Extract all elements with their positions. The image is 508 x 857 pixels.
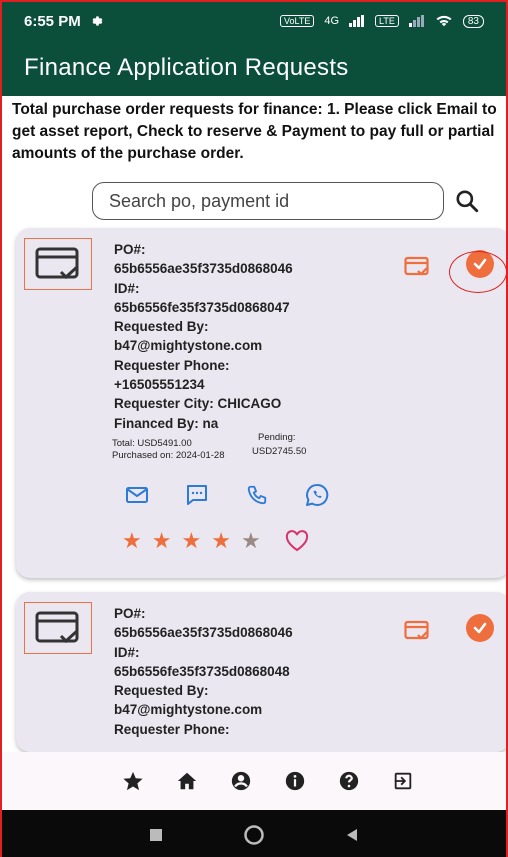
system-nav-bar bbox=[2, 810, 506, 857]
credit-card-check-icon bbox=[35, 247, 79, 280]
status-icons: VoLTE 4G LTE 83 bbox=[279, 14, 484, 28]
whatsapp-icon[interactable] bbox=[304, 483, 330, 507]
phone-value: +16505551234 bbox=[114, 377, 205, 393]
search-icon[interactable] bbox=[454, 188, 480, 214]
requested-by-label: Requested By: bbox=[114, 683, 209, 699]
credit-card-check-icon bbox=[35, 611, 79, 644]
search-box[interactable] bbox=[92, 182, 444, 220]
po-label: PO#: bbox=[114, 242, 146, 257]
financed-by: Financed By: na bbox=[114, 415, 219, 431]
star-half-icon[interactable]: ★ bbox=[241, 530, 261, 552]
app-bar: Finance Application Requests bbox=[2, 40, 506, 96]
requested-by-value: b47@mightystone.com bbox=[114, 702, 263, 718]
reserve-check-button[interactable] bbox=[466, 614, 494, 642]
purchased-on: Purchased on: 2024-01-28 bbox=[112, 450, 225, 461]
page-title: Finance Application Requests bbox=[24, 54, 349, 81]
id-label: ID#: bbox=[114, 644, 140, 660]
search-input[interactable] bbox=[109, 190, 443, 212]
volte-badge: VoLTE bbox=[279, 15, 315, 27]
pending-value: USD2745.50 bbox=[252, 446, 307, 457]
account-icon[interactable] bbox=[214, 770, 268, 792]
battery-indicator: 83 bbox=[462, 14, 484, 28]
id-label: ID#: bbox=[114, 280, 140, 296]
signal-bars-icon bbox=[349, 15, 365, 27]
request-details: PO#: 65b6556ae35f3735d0868046 ID#: 65b65… bbox=[114, 240, 394, 433]
po-value: 65b6556ae35f3735d0868046 bbox=[114, 625, 293, 641]
phone-label: Requester Phone: bbox=[114, 721, 230, 737]
recents-icon[interactable] bbox=[149, 828, 163, 842]
highlight-annotation bbox=[449, 251, 506, 293]
app-frame: 6:55 PM VoLTE 4G LTE 83 Finance Applicat… bbox=[0, 0, 508, 857]
status-time-group: 6:55 PM bbox=[24, 13, 103, 30]
contact-actions bbox=[124, 483, 330, 507]
payment-icon[interactable] bbox=[404, 620, 430, 642]
pending-label: Pending: bbox=[258, 432, 296, 443]
signal-4g-label: 4G bbox=[324, 15, 340, 27]
phone-icon[interactable] bbox=[244, 483, 270, 507]
status-bar: 6:55 PM VoLTE 4G LTE 83 bbox=[2, 2, 506, 40]
intro-text: Total purchase order requests for financ… bbox=[12, 101, 497, 162]
status-time: 6:55 PM bbox=[24, 12, 81, 30]
home-icon[interactable] bbox=[160, 770, 214, 792]
star-icon[interactable]: ★ bbox=[181, 530, 201, 552]
rating-row: ★ ★ ★ ★ ★ bbox=[122, 530, 309, 552]
payment-card-thumb bbox=[24, 602, 92, 654]
id-value: 65b6556fe35f3735d0868047 bbox=[114, 299, 290, 315]
settings-gear-icon bbox=[92, 16, 103, 26]
star-icon[interactable]: ★ bbox=[122, 530, 142, 552]
po-label: PO#: bbox=[114, 606, 146, 621]
wifi-icon bbox=[436, 15, 452, 27]
id-value: 65b6556fe35f3735d0868048 bbox=[114, 663, 290, 679]
requested-by-value: b47@mightystone.com bbox=[114, 338, 263, 354]
requester-city: Requester City: CHICAGO bbox=[114, 396, 282, 412]
signal-bars-weak-icon bbox=[408, 15, 424, 27]
home-circle-icon[interactable] bbox=[243, 824, 265, 846]
phone-label: Requester Phone: bbox=[114, 357, 230, 373]
po-value: 65b6556ae35f3735d0868046 bbox=[114, 261, 293, 277]
heart-icon[interactable] bbox=[285, 530, 309, 552]
lte-badge: LTE bbox=[375, 15, 399, 27]
email-icon[interactable] bbox=[124, 483, 150, 507]
payment-card-thumb bbox=[24, 238, 92, 290]
payment-icon[interactable] bbox=[404, 256, 430, 278]
bottom-nav bbox=[2, 752, 506, 810]
help-icon[interactable] bbox=[322, 770, 376, 792]
check-icon bbox=[473, 622, 487, 634]
star-icon[interactable] bbox=[106, 770, 160, 792]
info-icon[interactable] bbox=[268, 770, 322, 792]
star-icon[interactable]: ★ bbox=[211, 530, 231, 552]
logout-icon[interactable] bbox=[376, 770, 430, 792]
total-amount: Total: USD5491.00 bbox=[112, 438, 192, 449]
request-card[interactable]: PO#: 65b6556ae35f3735d0868046 ID#: 65b65… bbox=[16, 592, 506, 752]
requested-by-label: Requested By: bbox=[114, 319, 209, 335]
message-icon[interactable] bbox=[184, 483, 210, 507]
request-card[interactable]: PO#: 65b6556ae35f3735d0868046 ID#: 65b65… bbox=[16, 228, 506, 578]
request-details: PO#: 65b6556ae35f3735d0868046 ID#: 65b65… bbox=[114, 604, 394, 739]
back-icon[interactable] bbox=[345, 828, 359, 842]
star-icon[interactable]: ★ bbox=[152, 530, 172, 552]
